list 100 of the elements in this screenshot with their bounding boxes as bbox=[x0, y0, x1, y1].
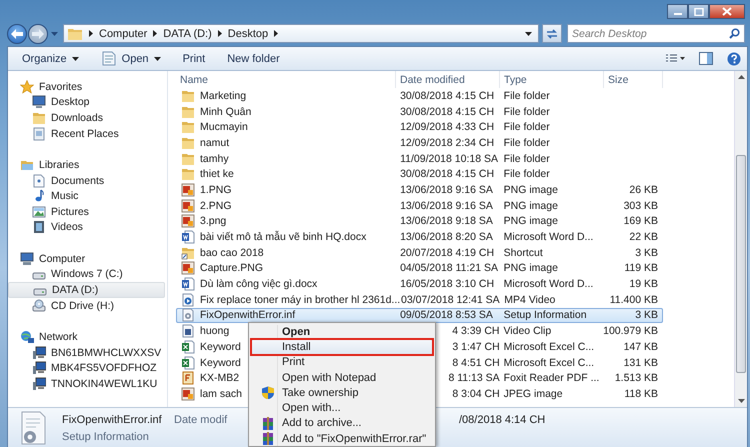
menu-item[interactable]: Open with... bbox=[251, 400, 433, 416]
folder-icon bbox=[181, 152, 195, 166]
nav-group[interactable]: Computer bbox=[8, 250, 167, 267]
breadcrumb[interactable]: Desktop bbox=[228, 28, 268, 40]
recent-icon bbox=[32, 126, 46, 141]
scrollbar-thumb[interactable] bbox=[736, 155, 746, 373]
nav-item[interactable]: Downloads bbox=[8, 110, 165, 126]
column-header[interactable]: Date modified bbox=[396, 71, 500, 88]
file-name[interactable]: lam sach bbox=[200, 388, 242, 400]
nav-item[interactable]: Music bbox=[8, 188, 165, 204]
preview-pane-icon[interactable] bbox=[699, 52, 713, 65]
maximize-button[interactable] bbox=[688, 4, 709, 19]
chevron-icon[interactable] bbox=[153, 30, 158, 37]
nav-item[interactable]: TNNOKIN4WEWL1KU bbox=[8, 376, 165, 392]
view-options-icon[interactable] bbox=[665, 54, 685, 64]
file-type: Shortcut bbox=[504, 246, 543, 259]
computer-icon bbox=[32, 361, 46, 376]
file-name[interactable]: namut bbox=[200, 136, 230, 149]
menu-item[interactable]: Install bbox=[251, 339, 433, 355]
nav-item[interactable]: Desktop bbox=[8, 94, 165, 110]
chevron-icon[interactable] bbox=[274, 30, 278, 37]
search-field[interactable]: Search Desktop bbox=[567, 24, 745, 43]
menu-item[interactable]: Print bbox=[251, 354, 433, 370]
breadcrumb[interactable]: Computer bbox=[99, 28, 148, 40]
menu-button[interactable]: Open bbox=[92, 48, 169, 69]
file-name[interactable]: 2.PNG bbox=[200, 200, 232, 212]
nav-item[interactable]: Pictures bbox=[8, 204, 165, 220]
minimize-button[interactable] bbox=[667, 4, 688, 19]
help-icon[interactable] bbox=[727, 52, 741, 66]
file-type: File folder bbox=[504, 152, 550, 165]
file-name[interactable]: FixOpenwithError.inf bbox=[200, 309, 296, 322]
nav-item[interactable]: CD Drive (H:) bbox=[8, 298, 165, 314]
file-name[interactable]: tamhy bbox=[200, 152, 229, 165]
image-file-icon bbox=[181, 386, 195, 401]
file-name[interactable]: thiet ke bbox=[200, 168, 234, 180]
scrollbar[interactable] bbox=[734, 71, 747, 407]
dropdown-icon[interactable] bbox=[525, 32, 532, 36]
menu-button[interactable]: Organize bbox=[18, 50, 87, 68]
file-name[interactable]: 1.PNG bbox=[200, 184, 232, 196]
caret-icon bbox=[72, 56, 79, 60]
file-name[interactable]: Keyword bbox=[200, 356, 241, 369]
file-name[interactable]: Mucmayin bbox=[200, 121, 248, 134]
file-name[interactable]: huong bbox=[200, 325, 230, 338]
toolbar-button[interactable]: Print bbox=[174, 50, 214, 68]
file-name[interactable]: Fix replace toner máy in brother hl 2361d... bbox=[200, 294, 400, 306]
file-name[interactable]: KX-MB2 bbox=[200, 372, 240, 384]
file-type: Foxit Reader PDF ... bbox=[504, 372, 600, 384]
file-name[interactable]: 3.png bbox=[200, 215, 226, 228]
excel-file-icon bbox=[181, 356, 195, 370]
column-header[interactable]: Name bbox=[176, 71, 396, 88]
menu-item[interactable]: Open bbox=[251, 324, 433, 340]
column-header[interactable]: Type bbox=[500, 71, 604, 88]
file-name[interactable]: Minh Quân bbox=[200, 106, 252, 118]
forward-button[interactable] bbox=[28, 24, 48, 44]
nav-item[interactable]: MBK4FS5VOFDFHOZ bbox=[8, 360, 165, 376]
nav-group[interactable]: Libraries bbox=[8, 157, 167, 173]
breadcrumb[interactable]: DATA (D:) bbox=[163, 28, 212, 40]
menu-item[interactable]: Add to archive... bbox=[251, 416, 433, 432]
folder-icon bbox=[32, 110, 46, 125]
disc-drive-icon bbox=[32, 298, 46, 313]
file-name[interactable]: bao cao 2018 bbox=[200, 246, 264, 259]
menu-item[interactable]: Take ownership bbox=[251, 385, 433, 400]
pdf-file-icon bbox=[181, 371, 195, 386]
close-button[interactable] bbox=[709, 4, 745, 19]
nav-item[interactable]: Recent Places bbox=[8, 126, 165, 142]
scroll-down-icon[interactable] bbox=[738, 399, 744, 403]
caret-icon[interactable] bbox=[51, 32, 58, 36]
word-file-icon bbox=[181, 277, 195, 292]
nav-item[interactable]: Windows 7 (C:) bbox=[8, 266, 165, 282]
file-name[interactable]: Capture.PNG bbox=[200, 262, 264, 274]
selected-row[interactable]: FixOpenwithError.inf 09/05/2018 8:53 SA Setup Information 3 KB bbox=[176, 308, 663, 324]
toolbar-button[interactable]: New folder bbox=[219, 50, 288, 68]
menu-item[interactable]: Open with Notepad bbox=[251, 370, 433, 386]
file-size: 303 KB bbox=[624, 200, 658, 212]
file-name[interactable]: Keyword bbox=[200, 340, 241, 353]
column-header[interactable]: Size bbox=[604, 71, 663, 88]
back-button[interactable] bbox=[7, 24, 27, 44]
word-file-icon bbox=[181, 230, 195, 244]
menu-item[interactable]: Add to "FixOpenwithError.rar" bbox=[251, 431, 433, 446]
address-field[interactable]: Computer DATA (D:) Desktop bbox=[63, 24, 539, 43]
refresh-button[interactable] bbox=[542, 24, 562, 43]
settings-file-icon bbox=[181, 308, 195, 322]
file-name[interactable]: bài viết mô tả mẫu vẽ binh HQ.docx bbox=[200, 231, 366, 244]
chevron-icon[interactable] bbox=[89, 30, 93, 37]
file-type: File folder bbox=[504, 90, 550, 102]
nav-item[interactable]: Documents bbox=[8, 172, 165, 188]
nav-item[interactable]: BN61BMWHCLWXXSV bbox=[8, 344, 165, 360]
nav-group[interactable]: Network bbox=[8, 329, 167, 345]
chevron-icon[interactable] bbox=[218, 30, 222, 37]
shortcut-icon bbox=[181, 246, 195, 260]
nav-item[interactable]: DATA (D:) bbox=[8, 282, 165, 298]
nav-group[interactable]: Favorites bbox=[8, 79, 167, 95]
nav-item[interactable]: Videos bbox=[8, 220, 165, 236]
date-modified: 04/05/2018 11:21 SA bbox=[400, 262, 498, 274]
file-name[interactable]: Marketing bbox=[200, 90, 246, 102]
picture-icon bbox=[32, 204, 46, 219]
file-name[interactable]: Dù làm công việc gì.docx bbox=[200, 278, 318, 290]
date-modified: 16/05/2018 3:10 CH bbox=[400, 278, 494, 290]
date-modified: 12/09/2018 2:34 CH bbox=[400, 136, 494, 149]
scroll-up-icon[interactable] bbox=[738, 75, 744, 79]
